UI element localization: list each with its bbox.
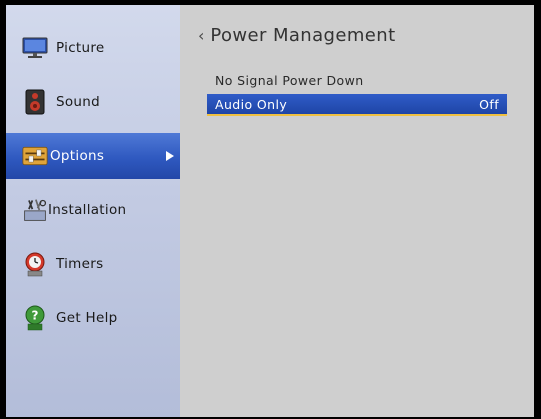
- sidebar-item-label: Timers: [56, 256, 104, 272]
- sidebar-item-sound[interactable]: Sound: [6, 79, 180, 125]
- chevron-left-icon[interactable]: ‹: [198, 27, 204, 44]
- sidebar-item-label: Get Help: [56, 310, 118, 326]
- monitor-icon: [22, 35, 48, 61]
- tools-icon: [22, 197, 48, 223]
- setting-row-no-signal-power-down[interactable]: No Signal Power Down: [207, 69, 507, 91]
- setting-label: No Signal Power Down: [215, 72, 364, 88]
- setting-label: Audio Only: [215, 96, 288, 112]
- sidebar-item-label: Options: [50, 148, 105, 164]
- sidebar-item-timers[interactable]: Timers: [6, 241, 180, 287]
- setting-value: Off: [479, 96, 499, 112]
- tv-menu-screen: Picture Sound Options Installation Timer…: [6, 5, 534, 417]
- main-content: ‹ Power Management No Signal Power Down …: [180, 5, 534, 417]
- sidebar-item-label: Installation: [48, 202, 127, 218]
- speaker-icon: [22, 89, 48, 115]
- svg-text:?: ?: [32, 309, 39, 323]
- sidebar-item-label: Sound: [56, 94, 101, 110]
- sidebar-item-label: Picture: [56, 40, 105, 56]
- help-icon: ?: [22, 305, 48, 331]
- setting-row-audio-only[interactable]: Audio Only Off: [207, 94, 507, 116]
- chevron-right-icon: [166, 151, 174, 161]
- sidebar-item-get-help[interactable]: ? Get Help: [6, 295, 180, 341]
- breadcrumb: ‹ Power Management: [198, 25, 396, 46]
- sidebar-item-installation[interactable]: Installation: [6, 187, 180, 233]
- sidebar-item-picture[interactable]: Picture: [6, 25, 180, 71]
- sliders-icon: [22, 143, 48, 169]
- sidebar-item-options[interactable]: Options: [6, 133, 180, 179]
- sidebar: Picture Sound Options Installation Timer…: [6, 5, 180, 417]
- alarm-clock-icon: [22, 251, 48, 277]
- page-title: Power Management: [210, 25, 396, 46]
